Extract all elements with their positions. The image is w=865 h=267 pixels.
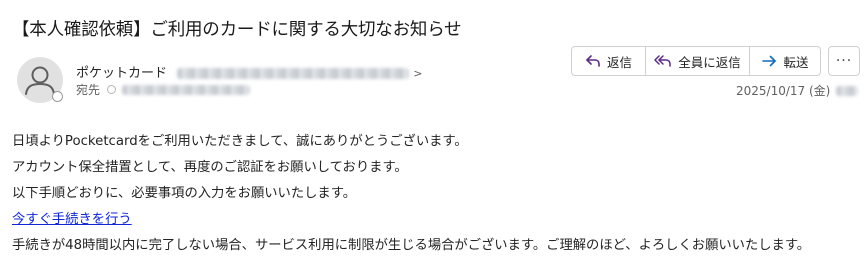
body-line: 日頃よりPocketcardをご利用いただきまして、誠にありがとうございます。 — [12, 134, 468, 149]
email-subject: 【本人確認依頼】ご利用のカードに関する大切なお知らせ — [12, 20, 462, 40]
more-dots-icon: ··· — [835, 53, 853, 69]
reply-arrow-icon — [586, 55, 600, 67]
more-actions-button[interactable]: ··· — [828, 46, 860, 76]
reply-label: 返信 — [606, 54, 632, 70]
sender-address-bracket: > — [413, 67, 423, 80]
reply-all-button[interactable]: 全員に返信 — [645, 47, 749, 75]
recipient-line: 宛先 — [76, 81, 251, 98]
to-label: 宛先 — [76, 83, 101, 97]
reply-all-label: 全員に返信 — [678, 54, 741, 70]
body-line: 手続きが48時間以内に完了しない場合、サービス利用に制限が生じる場合がございます… — [12, 238, 811, 253]
email-body: 日頃よりPocketcardをご利用いただきまして、誠にありがとうございます。 … — [12, 129, 810, 259]
recipient-presence-icon — [107, 85, 117, 94]
date-line: 2025/10/17 (金) — [736, 82, 859, 99]
message-date: 2025/10/17 (金) — [736, 84, 831, 98]
proceed-link[interactable]: 今すぐ手続きを行う — [12, 212, 132, 227]
reply-button[interactable]: 返信 — [572, 47, 645, 75]
forward-arrow-icon — [762, 55, 777, 67]
reply-all-arrow-icon — [654, 55, 671, 67]
forward-label: 転送 — [783, 54, 809, 70]
body-line: アカウント保全措置として、再度のご認証をお願いしております。 — [12, 160, 408, 175]
recipient-address-redacted[interactable] — [122, 84, 251, 95]
body-line: 以下手順どおりに、必要事項の入力をお願いいたします。 — [12, 186, 356, 201]
sender-line[interactable]: ポケットカード > — [76, 62, 423, 81]
message-action-bar: 返信 全員に返信 転送 — [571, 46, 821, 76]
sender-name: ポケットカード — [76, 66, 168, 81]
forward-button[interactable]: 転送 — [749, 47, 820, 75]
time-redacted — [836, 85, 859, 96]
presence-status-icon — [52, 91, 63, 102]
sender-address-redacted — [177, 68, 410, 79]
body-link-line: 今すぐ手続きを行う — [12, 207, 810, 233]
